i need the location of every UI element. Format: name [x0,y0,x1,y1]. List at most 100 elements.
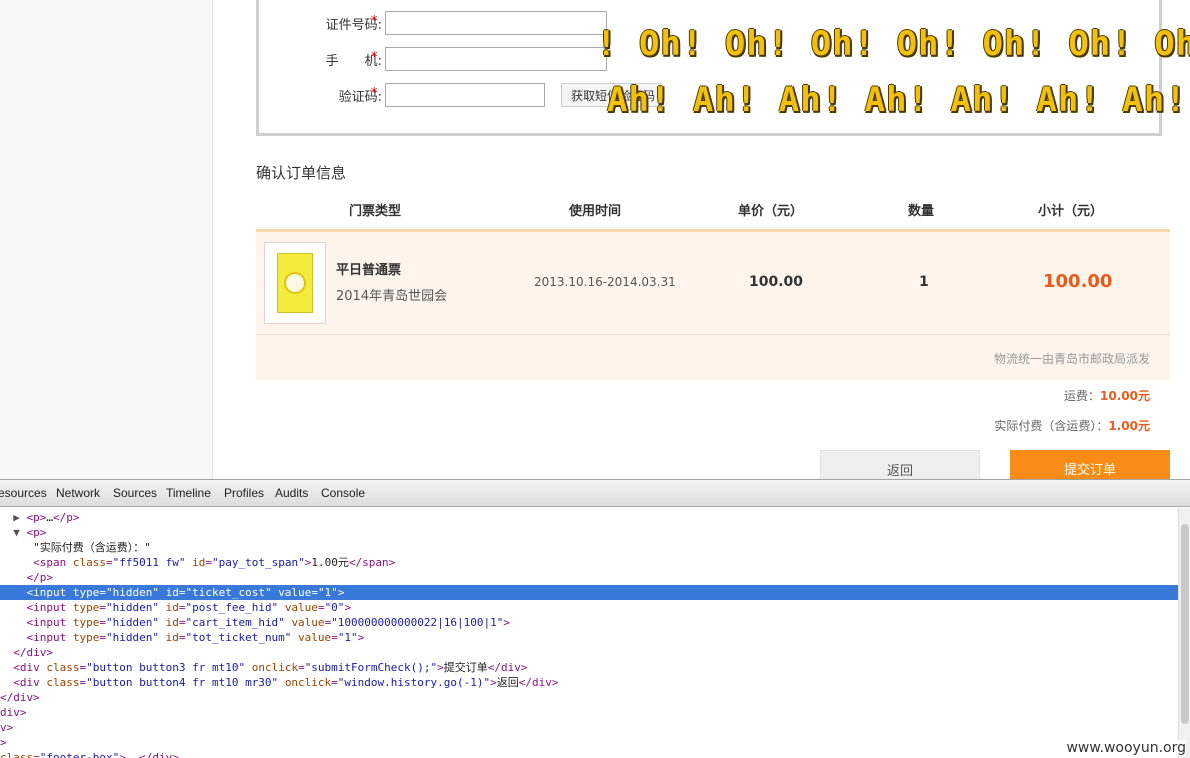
code-token-tag: = [331,631,338,644]
code-token-tag: = [99,631,106,644]
dom-node-line[interactable]: <div class = "button button3 fr mt10" oncl… [0,660,1178,675]
code-token-text: "实际付费（含运费）：" [33,541,151,554]
code-token-tag: </div> [487,661,528,674]
header-quantity: 数量 [908,204,935,219]
dom-node-line[interactable]: class="footer-box"> …</div> [0,750,1178,758]
required-mark: * [371,50,378,65]
code-token-tag [278,601,285,614]
code-token-attr: id [192,556,206,569]
code-token-val: "cart_item_hid" [185,616,285,629]
dom-node-line[interactable]: <span class="ff5011 fw" id="pay_tot_span… [0,555,1178,570]
ticket-image[interactable] [264,242,326,324]
dom-node-line[interactable]: v> [0,720,1178,735]
postage-label: 运费： [1064,389,1101,403]
code-token-tag: </p> [53,511,80,524]
oh-overlay-text: ! Oh! Oh! Oh! Oh! Oh! Oh! Oh! [596,24,1190,64]
code-token-val: "1" [337,631,358,644]
code-token-tag: div> [0,706,27,719]
code-token-tag [159,586,166,599]
tab-timeline[interactable]: Timeline [166,486,211,500]
code-token-attr: type [72,601,100,614]
code-token-tag [278,676,285,689]
tab-audits[interactable]: Audits [275,486,308,500]
tab-sources[interactable]: Sources [113,486,157,500]
dom-node-line[interactable]: > [0,735,1178,750]
dom-node-line[interactable]: </div> [0,645,1178,660]
flower-logo-icon [284,272,306,294]
code-token-val: "hidden" [105,586,159,599]
id-number-input[interactable] [385,11,607,35]
code-token-tag: = [99,616,106,629]
dom-node-line[interactable]: ▼ <p> [0,525,1178,540]
code-token-attr: type [72,586,100,599]
verification-code-input[interactable] [385,83,545,107]
code-token-attr: value [278,586,312,599]
dom-node-line[interactable]: <input type="hidden" id="cart_item_hid" … [0,615,1178,630]
code-token-tag: </p> [26,571,54,584]
code-token-tag: <input [26,586,73,599]
dom-node-line[interactable]: <input type="hidden" id="tot_ticket_num"… [0,630,1178,645]
postage-row: 运费：10.00元 [1064,387,1150,404]
code-token-attr: onclick [284,676,332,689]
dom-node-line[interactable]: <input type="hidden" id="post_fee_hid" v… [0,600,1178,615]
tab-console[interactable]: Console [321,486,365,500]
ah-overlay-text: Ah! Ah! Ah! Ah! Ah! Ah! Ah! [607,80,1187,120]
tab-network[interactable]: Network [56,486,100,500]
dom-node-line[interactable]: "实际付费（含运费）：" [0,540,1178,555]
dom-node-line[interactable]: </div> [0,690,1178,705]
code-token-tag: = [298,661,305,674]
dom-node-line[interactable]: <div class = "button button4 fr mt10 mr30"… [0,675,1178,690]
code-token-attr: value [298,631,332,644]
phone-input[interactable] [385,47,607,71]
code-token-attr: value [284,601,318,614]
code-token-attr: id [165,601,179,614]
dom-node-line[interactable]: div> [0,705,1178,720]
tab-resources[interactable]: esources [0,486,47,500]
selected-dom-node[interactable]: <input type="hidden" id="ticket_cost" va… [0,585,1178,600]
code-token-val: "submitFormCheck();" [304,661,438,674]
required-mark: * [371,86,378,101]
ticket-art [277,253,313,313]
code-token-tag: </span> [348,556,396,569]
left-gutter [0,0,213,480]
code-token-tag: = [317,601,325,614]
code-token-val: "hidden" [105,616,159,629]
back-button[interactable]: 返回 [820,450,980,480]
code-token-val: "100000000000022|16|100|1" [331,616,504,629]
code-token-val: "tot_ticket_num" [185,631,292,644]
code-token-val: "pay_tot_span" [211,556,305,569]
dom-node-line[interactable]: ▶ <p>…</p> [0,510,1178,525]
code-token-attr: id [165,586,179,599]
section-title: 确认订单信息 [256,164,347,182]
code-token-attr: type [72,631,100,644]
ticket-name: 平日普通票 [336,263,402,278]
dom-node-line[interactable]: </p> [0,570,1178,585]
scrollbar-thumb[interactable] [1181,524,1189,724]
code-token-tag: v> [0,721,14,734]
header-use-time: 使用时间 [569,204,622,219]
code-token-val: "footer-box" [39,751,120,758]
devtools-scrollbar[interactable] [1178,508,1190,758]
code-token-tag [159,601,166,614]
code-token-tag: > [503,616,510,629]
ticket-unit-price: 100.00 [749,274,804,290]
devtools-panel: esources Network Sources Timeline Profil… [0,479,1190,758]
code-token-attr: type [72,616,100,629]
code-token-val: "post_fee_hid" [185,601,279,614]
code-token-tag: > [0,736,7,749]
submit-order-button[interactable]: 提交订单 [1010,450,1170,480]
tab-profiles[interactable]: Profiles [224,486,264,500]
code-token-tag: <div [13,676,47,689]
code-token-attr: class [72,556,106,569]
code-token-attr: id [165,631,179,644]
code-token-tri: ▼ [13,526,27,539]
code-token-val: "ff5011 fw" [112,556,186,569]
elements-tree[interactable]: ▶ <p>…</p> ▼ <p> "实际付费（含运费）：" <span clas… [0,508,1178,758]
